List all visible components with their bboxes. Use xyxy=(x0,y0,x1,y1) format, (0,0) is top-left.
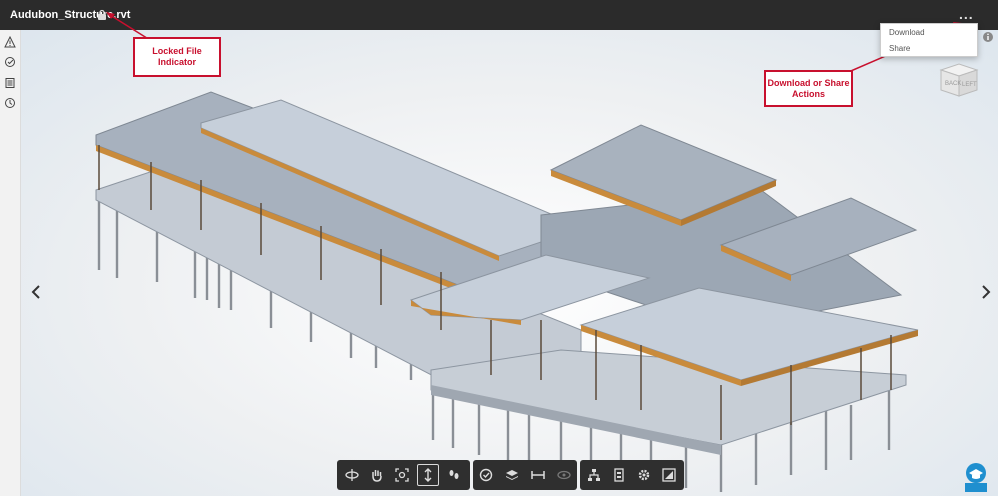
pan-button[interactable] xyxy=(366,464,388,486)
properties-icon xyxy=(614,468,624,482)
view-cube[interactable]: BACK LEFT xyxy=(938,60,980,100)
first-person-button[interactable] xyxy=(443,464,465,486)
zoom-button[interactable] xyxy=(417,464,439,486)
pan-icon xyxy=(372,470,382,482)
tools-toolbar xyxy=(473,460,577,490)
download-menu-item[interactable]: Download xyxy=(889,26,925,38)
section-button[interactable] xyxy=(501,464,523,486)
section-icon xyxy=(506,470,518,480)
model-browser-button[interactable] xyxy=(583,464,605,486)
navigation-toolbar xyxy=(337,460,470,490)
visibility-button[interactable] xyxy=(553,464,575,486)
cube-back-label: BACK xyxy=(945,81,961,87)
settings-icon xyxy=(638,469,650,481)
properties-button[interactable] xyxy=(608,464,630,486)
first-person-icon xyxy=(449,470,459,479)
fit-view-button[interactable] xyxy=(391,464,413,486)
model-browser-icon xyxy=(588,469,600,481)
explode-icon xyxy=(531,471,545,479)
next-view-icon[interactable] xyxy=(979,285,993,299)
orbit-icon xyxy=(345,469,359,481)
previous-view-icon[interactable] xyxy=(29,285,43,299)
download-label: Download xyxy=(889,27,925,37)
share-label: Share xyxy=(889,43,911,53)
cube-left-label: LEFT xyxy=(962,82,977,88)
learning-icon[interactable] xyxy=(963,462,989,492)
explode-button[interactable] xyxy=(527,464,549,486)
fullscreen-icon xyxy=(662,468,676,482)
measure-button[interactable] xyxy=(475,464,497,486)
download-share-callout: Download or Share Actions xyxy=(764,70,853,107)
orbit-button[interactable] xyxy=(341,464,363,486)
visibility-icon xyxy=(557,470,571,480)
share-menu-item[interactable]: Share xyxy=(889,42,910,54)
zoom-icon xyxy=(424,468,432,482)
fullscreen-button[interactable] xyxy=(658,464,680,486)
actions-menu: Download Share xyxy=(880,23,978,57)
measure-icon xyxy=(479,468,493,482)
model-toolbar xyxy=(580,460,684,490)
info-icon[interactable] xyxy=(982,31,994,43)
settings-button[interactable] xyxy=(633,464,655,486)
locked-file-callout: Locked File Indicator xyxy=(133,37,221,77)
fit-view-icon xyxy=(395,468,409,482)
